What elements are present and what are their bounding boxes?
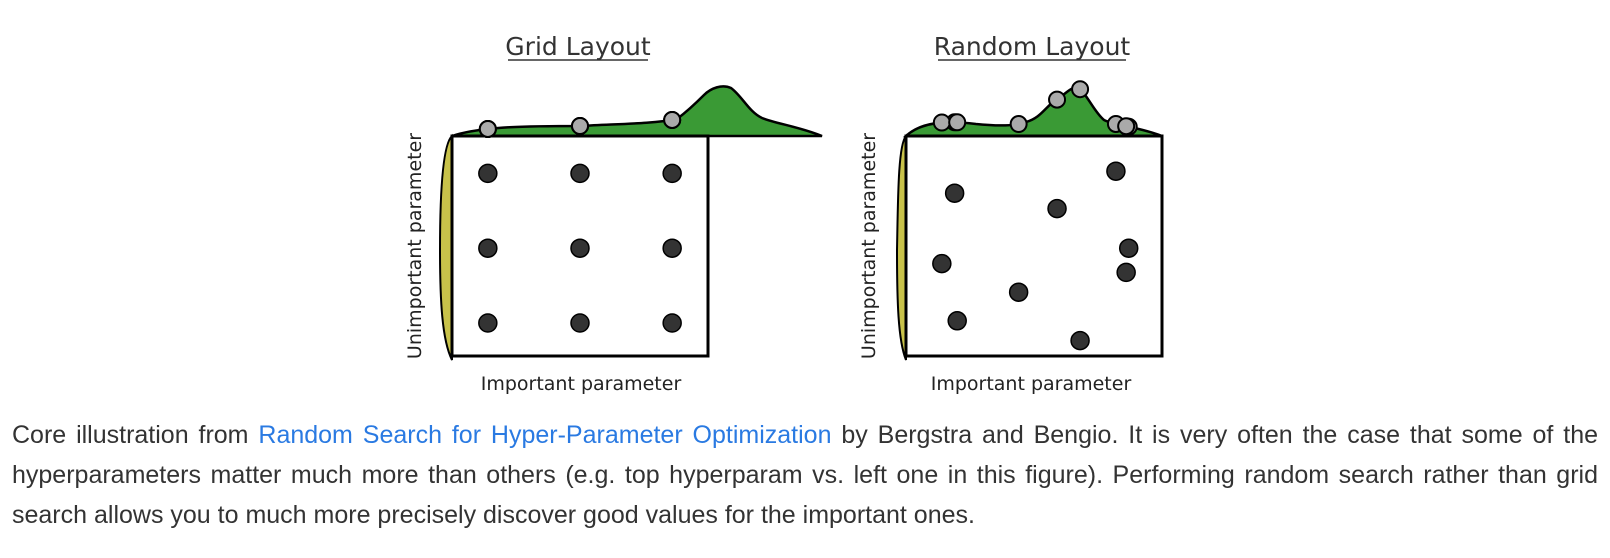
random-projected-point-4: [932, 113, 951, 132]
random-sample-point-3: [1106, 161, 1126, 181]
grid-sample-point-6: [662, 238, 682, 258]
random-sample-point-5: [1008, 282, 1029, 302]
random-sample-point-8: [947, 311, 967, 331]
grid-sample-point-1: [478, 163, 498, 184]
random-sample-point-2: [1047, 198, 1067, 219]
random-sample-point-1: [944, 183, 965, 203]
random-sample-point-4: [932, 253, 952, 274]
random-panel-title: Random Layout: [934, 32, 1131, 61]
grid-x-axis-label: Important parameter: [481, 373, 682, 395]
random-sample-point-7: [1116, 262, 1136, 283]
grid-sample-point-3: [662, 163, 682, 184]
grid-left-density-curve: [438, 133, 453, 361]
caption-prefix: Core illustration from: [12, 421, 259, 449]
random-y-axis-label: Unimportant parameter: [858, 133, 880, 359]
grid-projected-point-8: [571, 117, 589, 136]
grid-sample-point-9: [662, 313, 682, 333]
paper-link[interactable]: Random Search for Hyper-Parameter Optimi…: [258, 421, 831, 449]
grid-sample-point-4: [478, 238, 498, 258]
grid-projected-point-7: [478, 119, 497, 138]
random-sample-point-6: [1118, 238, 1139, 258]
random-x-axis-label: Important parameter: [931, 373, 1132, 395]
random-projected-point-2: [1048, 90, 1067, 109]
random-sample-point-9: [1070, 330, 1090, 351]
grid-sample-point-2: [570, 163, 590, 184]
grid-sample-point-8: [570, 313, 590, 333]
hyperparameter-search-figure: Grid Layout Important parameter Unimport…: [404, 32, 1164, 395]
grid-y-axis-label: Unimportant parameter: [404, 133, 426, 359]
random-projected-point-9: [1071, 80, 1090, 99]
grid-top-density-curve: [451, 85, 823, 138]
random-projected-point-8: [948, 113, 967, 132]
figure-caption: Core illustration from Random Search for…: [12, 415, 1598, 535]
random-layout-panel: Random Layout Important parameter Unimpo…: [858, 32, 1164, 395]
random-projected-point-5: [1009, 115, 1028, 134]
grid-panel-title: Grid Layout: [505, 32, 651, 61]
grid-sample-point-5: [570, 238, 590, 258]
grid-layout-panel: Grid Layout Important parameter Unimport…: [404, 32, 823, 395]
grid-sample-point-7: [478, 313, 498, 333]
grid-projected-point-9: [663, 110, 682, 129]
random-projected-point-7: [1117, 117, 1136, 136]
